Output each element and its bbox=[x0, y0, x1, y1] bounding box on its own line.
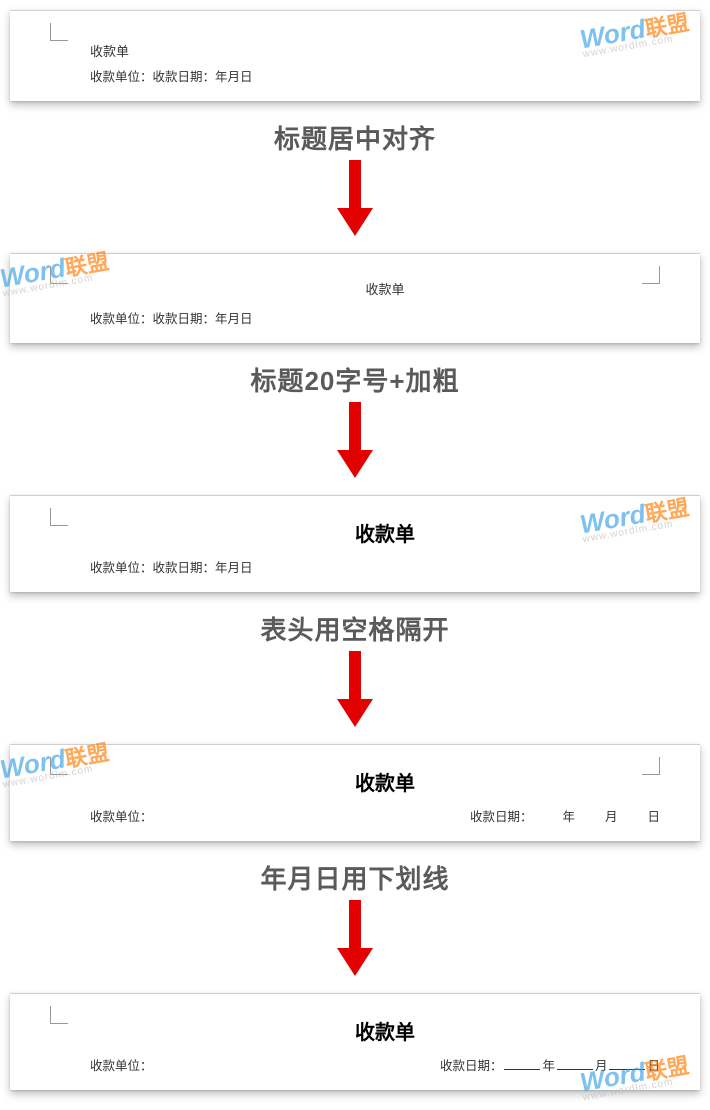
arrow-icon bbox=[0, 402, 710, 485]
date-label: 收款日期：年月日 bbox=[470, 806, 680, 825]
step-label-3: 表头用空格隔开 bbox=[0, 610, 710, 647]
doc-title: 收款单 bbox=[90, 518, 680, 547]
arrow-icon bbox=[0, 160, 710, 243]
panel-step3: Word联盟 www.wordlm.com 收款单 收款单位： 收款日期：年月日 bbox=[10, 744, 700, 841]
panel-step1: Word联盟 www.wordlm.com 收款单 收款单位：收款日期：年月日 bbox=[10, 253, 700, 343]
corner-mark bbox=[50, 23, 68, 41]
doc-title: 收款单 bbox=[90, 767, 680, 796]
corner-mark bbox=[50, 508, 68, 526]
doc-title: 收款单 bbox=[90, 279, 680, 298]
corner-mark bbox=[50, 757, 68, 775]
unit-label: 收款单位： bbox=[90, 1055, 153, 1074]
doc-subline: 收款单位：收款日期：年月日 bbox=[90, 308, 680, 327]
panel-step2: Word联盟 www.wordlm.com 收款单 收款单位：收款日期：年月日 bbox=[10, 495, 700, 592]
arrow-icon bbox=[0, 651, 710, 734]
doc-subline: 收款单位： 收款日期：年月日 bbox=[90, 806, 680, 825]
doc-subline: 收款单位：收款日期：年月日 bbox=[90, 66, 680, 85]
doc-subline: 收款单位： 收款日期：年月日 bbox=[90, 1055, 680, 1074]
date-label: 收款日期：年月日 bbox=[440, 1055, 680, 1074]
step-label-4: 年月日用下划线 bbox=[0, 859, 710, 896]
step-label-1: 标题居中对齐 bbox=[0, 119, 710, 156]
doc-subline: 收款单位：收款日期：年月日 bbox=[90, 557, 680, 576]
panel-step4: Word联盟 www.wordlm.com 收款单 收款单位： 收款日期：年月日 bbox=[10, 993, 700, 1090]
panel-step0: Word联盟 www.wordlm.com 收款单 收款单位：收款日期：年月日 bbox=[10, 10, 700, 101]
arrow-icon bbox=[0, 900, 710, 983]
corner-mark bbox=[50, 1006, 68, 1024]
corner-mark bbox=[642, 757, 660, 775]
doc-title: 收款单 bbox=[90, 41, 680, 60]
corner-mark bbox=[642, 266, 660, 284]
corner-mark bbox=[50, 266, 68, 284]
step-label-2: 标题20字号+加粗 bbox=[0, 361, 710, 398]
unit-label: 收款单位： bbox=[90, 806, 153, 825]
